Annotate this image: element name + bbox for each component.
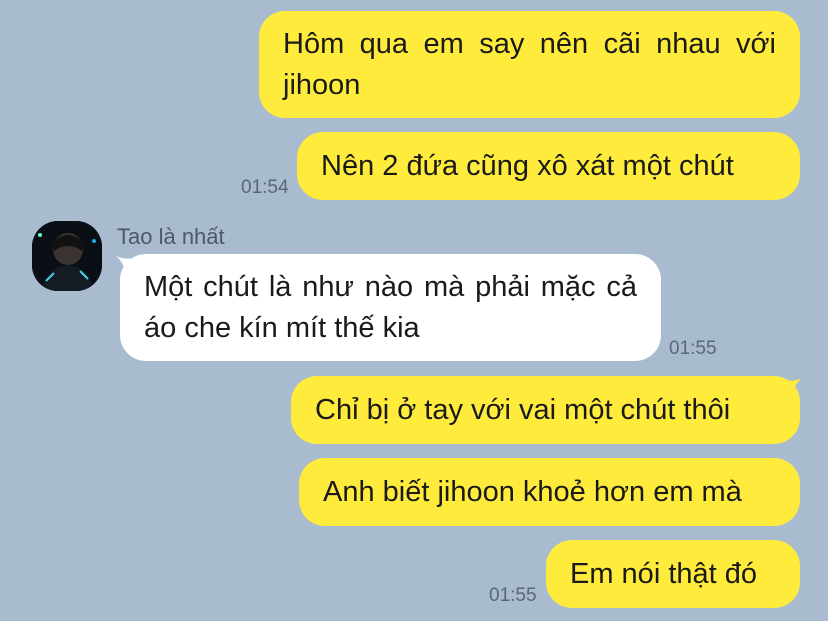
message-bubble[interactable]: Một chút là như nào mà phải mặc cả áo ch… [120,254,661,361]
avatar-photo-icon [32,221,102,291]
message-timestamp: 01:55 [489,585,537,606]
message-timestamp: 01:54 [241,177,289,198]
contact-avatar[interactable] [32,221,102,291]
message-bubble[interactable]: Hôm qua em say nên cãi nhau với jihoon [259,11,800,118]
message-text: Hôm qua em say nên cãi nhau với jihoon [283,27,776,101]
message-text: Chỉ bị ở tay với vai một chút thôi [315,393,731,426]
message-bubble[interactable]: Chỉ bị ở tay với vai một chút thôi [291,376,800,444]
message-bubble[interactable]: Em nói thật đó [546,540,800,608]
message-text: Anh biết jihoon khoẻ hơn em mà [323,475,742,508]
message-timestamp: 01:55 [669,338,717,359]
message-bubble[interactable]: Anh biết jihoon khoẻ hơn em mà [299,458,800,526]
message-text: Nên 2 đứa cũng xô xát một chút [321,149,734,182]
sender-name: Tao là nhất [117,224,225,249]
message-text: Một chút là như nào mà phải mặc cả áo ch… [144,270,637,344]
message-bubble[interactable]: Nên 2 đứa cũng xô xát một chút [297,132,800,200]
message-text: Em nói thật đó [570,557,757,590]
